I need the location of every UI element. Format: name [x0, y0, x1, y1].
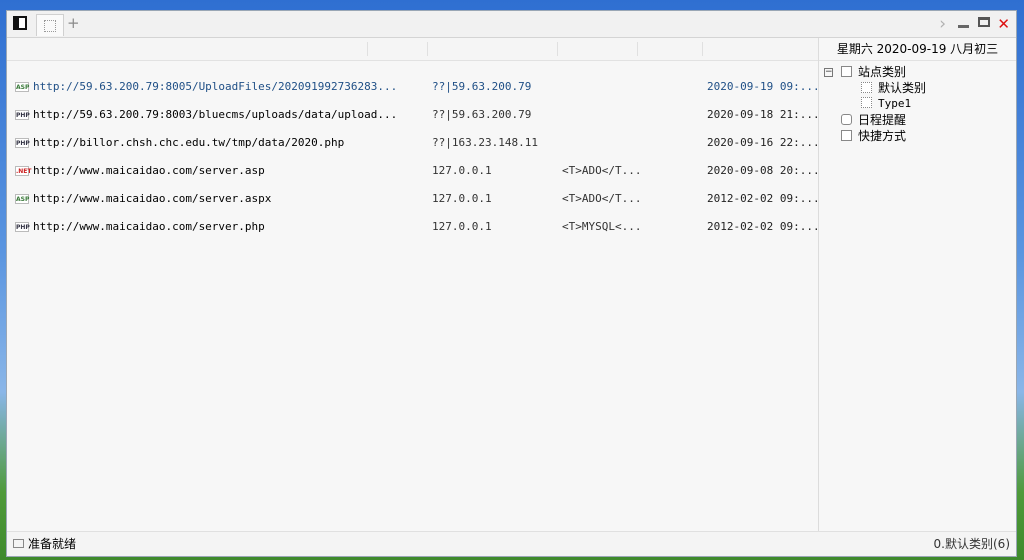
site-data: <T>ADO</T...	[562, 192, 642, 205]
php-icon: PHP	[15, 138, 30, 148]
shortcut-icon	[841, 130, 852, 141]
list-header	[7, 38, 818, 61]
tree-item-label: 日程提醒	[858, 113, 907, 127]
list-item[interactable]: ASP http://59.63.200.79:8005/UploadFiles…	[7, 73, 820, 101]
date-header: 星期六 2020-09-19 八月初三	[819, 38, 1016, 61]
tree-item-type1[interactable]: Type1	[861, 96, 911, 112]
list-item[interactable]: ASP http://www.maicaidao.com/server.aspx…	[7, 185, 820, 213]
minimize-button[interactable]	[958, 25, 969, 28]
add-tab-button[interactable]: +	[67, 16, 80, 31]
maximize-button[interactable]	[978, 17, 990, 27]
tree-item-label: 快捷方式	[858, 129, 907, 143]
column-divider[interactable]	[367, 42, 368, 56]
list-item[interactable]: PHP http://www.maicaidao.com/server.php …	[7, 213, 820, 241]
clock-icon	[841, 114, 852, 125]
folder-icon	[841, 66, 852, 77]
site-date: 2020-09-16 22:...	[707, 136, 820, 149]
column-divider[interactable]	[702, 42, 703, 56]
site-data: <T>MYSQL<...	[562, 220, 642, 233]
title-bar: + › ✕	[7, 11, 1016, 38]
column-divider[interactable]	[427, 42, 428, 56]
tree-root-label: 站点类别	[858, 65, 907, 79]
site-date: 2020-09-19 09:...	[707, 80, 820, 93]
site-ip: ??|59.63.200.79	[432, 108, 532, 121]
asp-icon: ASP	[15, 194, 30, 204]
tab-default[interactable]	[36, 14, 64, 36]
main-window: + › ✕ ASP http://59.63.200.79:8005/Uploa…	[6, 10, 1017, 557]
tree-item-default-category[interactable]: 默认类别	[861, 80, 926, 96]
tree-item-schedule[interactable]: 日程提醒	[841, 112, 906, 128]
site-url: http://www.maicaidao.com/server.aspx	[33, 192, 272, 205]
status-ready: 准备就绪	[13, 536, 76, 552]
window-icon	[13, 539, 24, 548]
dotnet-icon: .NET	[15, 166, 32, 176]
column-divider[interactable]	[557, 42, 558, 56]
site-data: <T>ADO</T...	[562, 164, 642, 177]
site-url: http://www.maicaidao.com/server.php	[33, 220, 265, 233]
site-url: http://www.maicaidao.com/server.asp	[33, 164, 265, 177]
site-date: 2012-02-02 09:...	[707, 220, 820, 233]
close-button[interactable]: ✕	[997, 14, 1010, 34]
site-ip: ??|59.63.200.79	[432, 80, 532, 93]
site-date: 2020-09-18 21:...	[707, 108, 820, 121]
tree-collapse-toggle[interactable]: −	[824, 68, 833, 77]
status-left-text: 准备就绪	[28, 537, 77, 551]
asp-icon: ASP	[15, 82, 30, 92]
site-url: http://59.63.200.79:8005/UploadFiles/202…	[33, 80, 398, 93]
site-ip: 127.0.0.1	[432, 164, 492, 177]
tree-item-label: 默认类别	[878, 81, 927, 95]
list-item[interactable]: PHP http://billor.chsh.chc.edu.tw/tmp/da…	[7, 129, 820, 157]
php-icon: PHP	[15, 222, 30, 232]
chevron-right-icon[interactable]: ›	[939, 14, 946, 34]
site-url: http://59.63.200.79:8003/bluecms/uploads…	[33, 108, 398, 121]
status-category-count: 0.默认类别(6)	[933, 537, 1010, 551]
tree-item-label: Type1	[878, 97, 912, 110]
app-icon[interactable]	[13, 16, 27, 30]
site-ip: ??|163.23.148.11	[432, 136, 538, 149]
category-panel: 星期六 2020-09-19 八月初三 − 站点类别 默认类别 Type1 日程…	[819, 38, 1016, 533]
list-item[interactable]: .NET http://www.maicaidao.com/server.asp…	[7, 157, 820, 185]
site-date: 2020-09-08 20:...	[707, 164, 820, 177]
site-list[interactable]: ASP http://59.63.200.79:8005/UploadFiles…	[7, 38, 820, 533]
list-item[interactable]: PHP http://59.63.200.79:8003/bluecms/upl…	[7, 101, 820, 129]
column-divider[interactable]	[637, 42, 638, 56]
site-date: 2012-02-02 09:...	[707, 192, 820, 205]
tree-root-site-categories[interactable]: 站点类别	[841, 64, 906, 80]
site-ip: 127.0.0.1	[432, 220, 492, 233]
category-icon	[861, 97, 872, 108]
status-bar: 准备就绪 0.默认类别(6)	[7, 531, 1016, 556]
site-ip: 127.0.0.1	[432, 192, 492, 205]
category-icon	[861, 82, 872, 93]
tab-icon	[44, 20, 56, 32]
tree-item-shortcuts[interactable]: 快捷方式	[841, 128, 906, 144]
php-icon: PHP	[15, 110, 30, 120]
site-url: http://billor.chsh.chc.edu.tw/tmp/data/2…	[33, 136, 345, 149]
